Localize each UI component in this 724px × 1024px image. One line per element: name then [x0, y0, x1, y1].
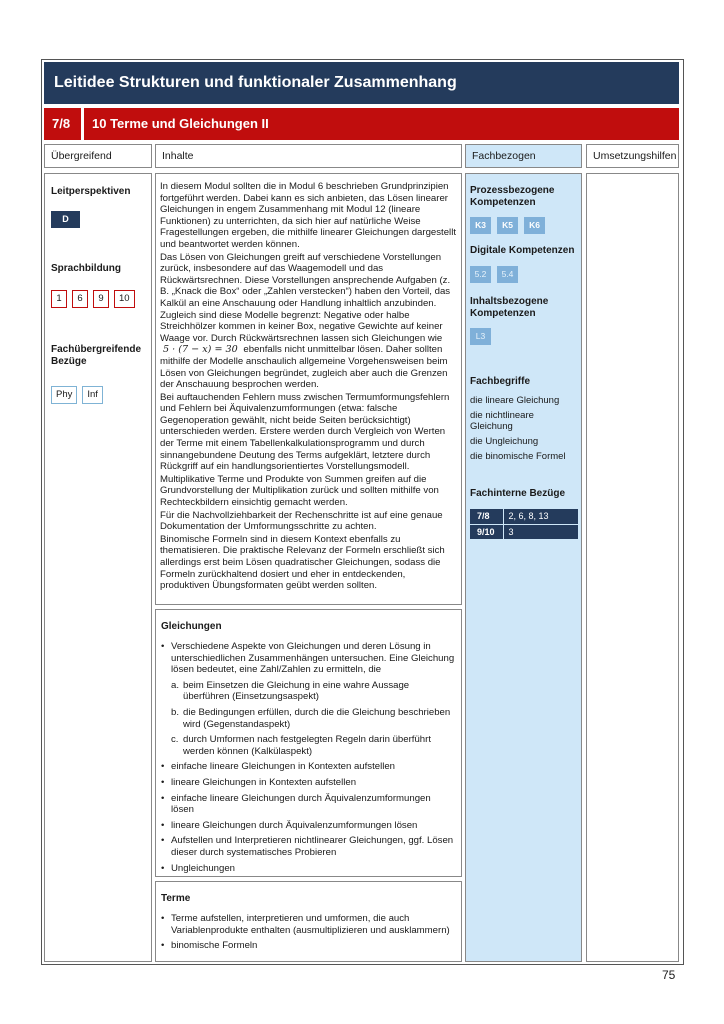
list-item-text: Verschiedene Aspekte von Gleichungen und…	[171, 641, 455, 676]
gleichungen-list: Verschiedene Aspekte von Gleichungen und…	[161, 641, 456, 878]
gleichungen-box: Gleichungen Verschiedene Aspekte von Gle…	[155, 609, 462, 877]
intern-grade: 7/8	[470, 509, 504, 525]
intern-grade: 9/10	[470, 524, 504, 540]
table-row: 9/10 3	[470, 524, 578, 540]
terme-list: Terme aufstellen, interpretieren und umf…	[161, 913, 456, 956]
kompetenz-tag: K3	[470, 217, 491, 234]
terme-box: Terme Terme aufstellen, interpretieren u…	[155, 881, 462, 962]
fachbezogen-column: Prozessbezogene Kompetenzen K3 K5 K6 Dig…	[465, 173, 582, 962]
intern-table: 7/8 2, 6, 8, 13 9/10 3	[470, 509, 578, 540]
aspect-item: c. durch Umformen nach festgelegten Regel…	[171, 734, 456, 757]
kompetenz-tag: 5.2	[470, 266, 491, 283]
begriff-item: die lineare Gleichung	[470, 395, 560, 406]
begriff-item: die binomische Formel	[470, 451, 566, 462]
table-row: 7/8 2, 6, 8, 13	[470, 509, 578, 525]
intern-heading: Fachinterne Bezüge	[470, 488, 566, 499]
list-item: lineare Gleichungen in Kontexten aufstel…	[161, 777, 456, 789]
kompetenz-tag: K6	[524, 217, 545, 234]
begriff-item: die Ungleichung	[470, 436, 539, 447]
uebergreifend-column: Leitperspektiven D Sprachbildung 1 6 9 1…	[44, 173, 152, 962]
aspect-list: a. beim Einsetzen die Gleichung in eine w…	[171, 680, 456, 758]
aspect-letter: c.	[171, 734, 179, 746]
sprachbildung-tags: 1 6 9 10	[51, 290, 135, 308]
sprachbildung-tag: 9	[93, 290, 109, 308]
intro-text-part: Das Lösen von Gleichungen greift auf ver…	[160, 251, 451, 344]
fach-tag: Inf	[82, 386, 103, 404]
terme-heading: Terme	[161, 893, 191, 904]
page-title: Leitidee Strukturen und funktionaler Zus…	[44, 62, 679, 104]
column-header-umsetzungshilfen: Umsetzungshilfen	[586, 144, 679, 168]
intro-paragraph: Das Lösen von Gleichungen greift auf ver…	[160, 252, 457, 391]
list-item: einfache lineare Gleichungen durch Äquiv…	[161, 793, 456, 816]
inhalt-tags: L3	[470, 328, 491, 345]
page-number: 75	[662, 968, 676, 982]
sprachbildung-tag: 6	[72, 290, 88, 308]
sprachbildung-tag: 10	[114, 290, 135, 308]
begriffe-heading: Fachbegriffe	[470, 376, 531, 387]
intro-paragraph: Für die Nachvollziehbarkeit der Rechensc…	[160, 509, 443, 533]
list-item: einfache lineare Gleichungen in Kontexte…	[161, 761, 456, 773]
intro-paragraph: Multiplikative Terme und Produkte von Su…	[160, 473, 439, 509]
sprachbildung-tag: 1	[51, 290, 67, 308]
prozess-tags: K3 K5 K6	[470, 217, 545, 234]
formula: 5 · (7 − x) = 30	[163, 344, 238, 356]
umsetzungshilfen-column	[586, 173, 679, 962]
faecher-tags: Phy Inf	[51, 386, 103, 404]
aspect-text: durch Umformen nach festgelegten Regeln …	[183, 734, 431, 757]
kompetenz-tag: L3	[470, 328, 491, 345]
column-header-fachbezogen: Fachbezogen	[465, 144, 582, 168]
list-item: Verschiedene Aspekte von Gleichungen und…	[161, 641, 456, 757]
intern-refs: 2, 6, 8, 13	[503, 509, 578, 525]
list-item: Terme aufstellen, interpretieren und umf…	[161, 913, 456, 936]
intro-paragraph: In diesem Modul sollten die in Modul 6 b…	[160, 181, 456, 250]
begriff-item: die nichtlineare Gleichung	[470, 410, 534, 432]
list-item: binomische Formeln	[161, 940, 456, 952]
list-item: Aufstellen und Interpretieren nichtlinea…	[161, 835, 456, 858]
prozess-heading: Prozessbezogene Kompetenzen	[470, 185, 555, 208]
aspect-letter: a.	[171, 679, 180, 691]
digital-heading: Digitale Kompetenzen	[470, 245, 575, 256]
aspect-item: a. beim Einsetzen die Gleichung in eine w…	[171, 680, 456, 703]
aspect-item: b. die Bedingungen erfüllen, durch die di…	[171, 707, 456, 730]
begriffe-list: die lineare Gleichung die nichtlineare G…	[470, 395, 578, 466]
list-item: Ungleichungen	[161, 863, 456, 875]
column-header-uebergreifend: Übergreifend	[44, 144, 152, 168]
module-title: 10 Terme und Gleichungen II	[84, 108, 679, 140]
intro-paragraph: Binomische Formeln sind in diesem Kontex…	[160, 533, 445, 592]
sprachbildung-heading: Sprachbildung	[51, 263, 121, 274]
kompetenz-tag: K5	[497, 217, 518, 234]
intro-text: In diesem Modul sollten die in Modul 6 b…	[160, 181, 457, 593]
column-header-inhalte: Inhalte	[155, 144, 462, 168]
gleichungen-heading: Gleichungen	[161, 621, 222, 632]
aspect-letter: b.	[171, 706, 180, 718]
inhalt-heading: Inhaltsbezogene Kompetenzen	[470, 296, 549, 319]
kompetenz-tag: 5.4	[497, 266, 518, 283]
intro-paragraph: Bei auftauchenden Fehlern muss zwischen …	[160, 391, 450, 473]
grade-label: 7/8	[44, 108, 81, 140]
faecher-heading: Fachübergreifende Bezüge	[51, 344, 142, 367]
intro-box: In diesem Modul sollten die in Modul 6 b…	[155, 173, 462, 605]
leitperspektiven-heading: Leitperspektiven	[51, 186, 131, 197]
intern-refs: 3	[503, 524, 578, 540]
digital-tags: 5.2 5.4	[470, 266, 518, 283]
aspect-text: die Bedingungen erfüllen, durch die die …	[183, 706, 451, 730]
list-item: lineare Gleichungen durch Äquivalenzumfo…	[161, 820, 456, 832]
leitperspektive-tag: D	[51, 211, 80, 228]
fach-tag: Phy	[51, 386, 78, 404]
aspect-text: beim Einsetzen die Gleichung in eine wah…	[183, 679, 410, 703]
